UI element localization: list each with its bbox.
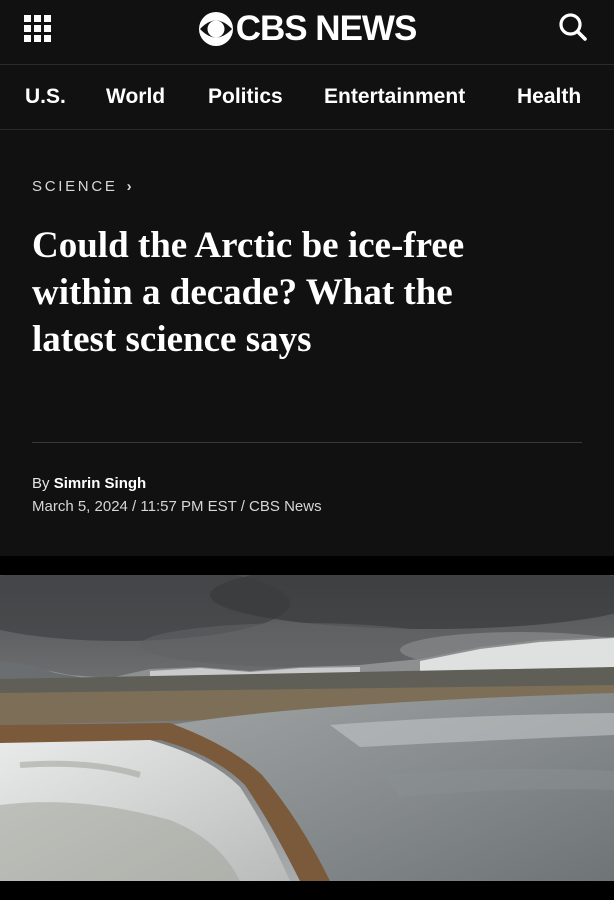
chevron-right-icon: › <box>126 178 132 195</box>
divider <box>32 442 582 443</box>
article-header: SCIENCE › Could the Arctic be ice-free wi… <box>0 130 614 556</box>
cbs-eye-icon <box>198 12 233 46</box>
byline-prefix: By <box>32 475 54 492</box>
nav-item-health[interactable]: Health <box>517 85 581 109</box>
section-nav: U.S. World Politics Entertainment Health <box>0 65 614 130</box>
byline: By Simrin Singh <box>32 475 146 492</box>
search-icon[interactable] <box>557 11 589 43</box>
cbs-news-logo[interactable]: CBS NEWS <box>0 9 614 49</box>
section-label: SCIENCE <box>32 178 118 195</box>
section-link[interactable]: SCIENCE › <box>32 178 132 195</box>
nav-item-us[interactable]: U.S. <box>25 85 66 109</box>
nav-item-politics[interactable]: Politics <box>208 85 283 109</box>
dateline: March 5, 2024 / 11:57 PM EST / CBS News <box>32 498 322 515</box>
hero-image <box>0 575 614 881</box>
article-headline: Could the Arctic be ice-free within a de… <box>32 225 465 360</box>
nav-item-entertainment[interactable]: Entertainment <box>324 85 465 109</box>
top-bar: CBS NEWS <box>0 0 614 65</box>
author-link[interactable]: Simrin Singh <box>54 475 147 492</box>
nav-item-world[interactable]: World <box>106 85 165 109</box>
brand-name: CBS NEWS <box>235 9 418 48</box>
